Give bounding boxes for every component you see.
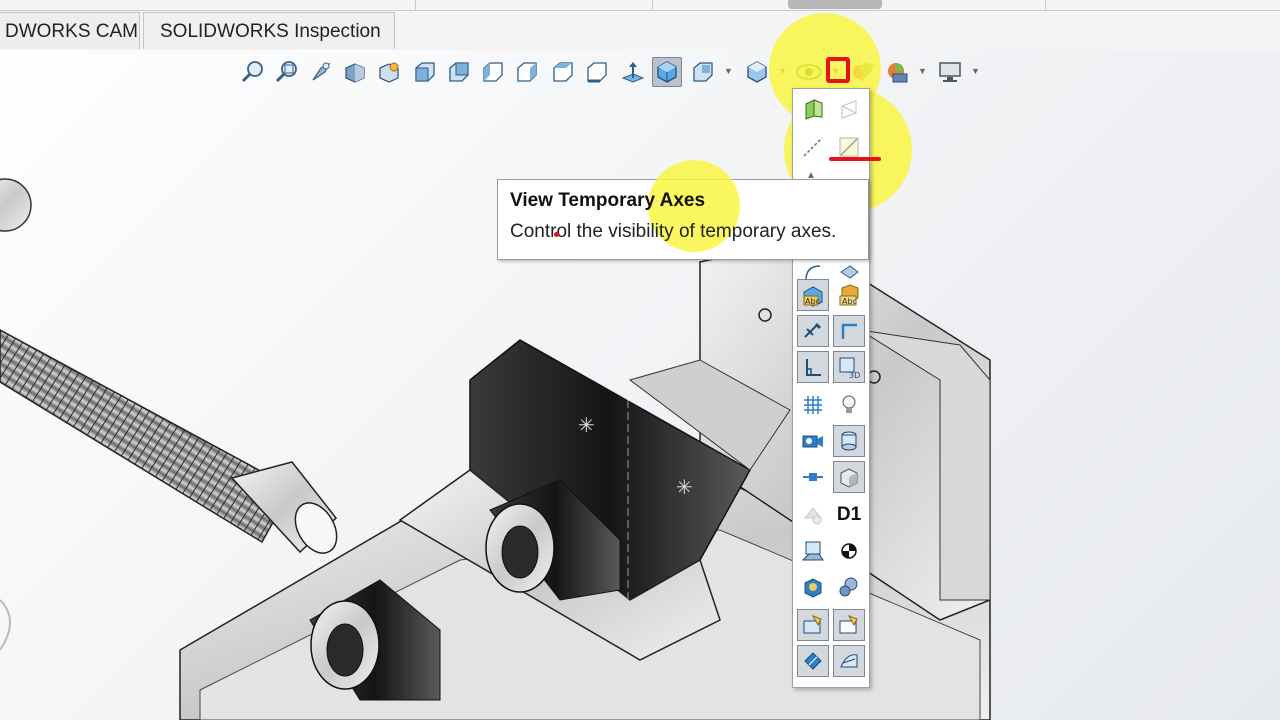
view-simulation-symbols-icon[interactable] xyxy=(833,571,865,603)
hide-show-items-flyout: Abc Abc 3D D1 xyxy=(792,88,870,688)
view-parts-icon[interactable] xyxy=(833,425,865,457)
heads-up-view-toolbar: ▼ ▼ ▼ ▼ ▼ xyxy=(0,50,1280,92)
chevron-down-icon[interactable]: ▼ xyxy=(918,66,927,76)
tab-separator xyxy=(652,0,653,10)
view-right-icon[interactable] xyxy=(512,57,542,87)
svg-text:✳: ✳ xyxy=(676,475,693,499)
view-axes-icon[interactable] xyxy=(797,131,829,163)
tab-strip-line xyxy=(0,10,1280,11)
view-routing-points-icon[interactable] xyxy=(797,499,829,531)
view-orientation-icon[interactable] xyxy=(688,57,718,87)
view-bodies-icon[interactable] xyxy=(833,461,865,493)
svg-text:3D: 3D xyxy=(849,371,860,380)
tab-separator xyxy=(1045,0,1046,10)
tab-solidworks-inspection[interactable]: SOLIDWORKS Inspection xyxy=(143,12,395,49)
view-dimension-names-icon[interactable] xyxy=(797,351,829,383)
tab-separator xyxy=(415,0,416,10)
svg-text:Abc: Abc xyxy=(842,297,857,306)
view-routing-icon[interactable] xyxy=(797,609,829,641)
apply-scene-icon[interactable] xyxy=(882,57,912,87)
annotation-red-box xyxy=(826,57,850,83)
cursor-dot xyxy=(554,232,559,237)
zoom-area-icon[interactable] xyxy=(272,57,302,87)
view-surfaces-icon[interactable] xyxy=(833,645,865,677)
view-all-annotations-icon[interactable]: Abc xyxy=(833,279,865,311)
view-center-of-mass-icon[interactable] xyxy=(833,535,865,567)
svg-text:Abc: Abc xyxy=(805,297,820,306)
view-origins-icon[interactable] xyxy=(833,93,865,125)
svg-text:✳: ✳ xyxy=(578,413,595,437)
view-sketch-relations-icon[interactable] xyxy=(797,315,829,347)
isometric-icon[interactable] xyxy=(652,57,682,87)
view-edges-icon[interactable] xyxy=(833,315,865,347)
view-planes-icon[interactable] xyxy=(797,93,829,125)
view-dimension-names-text[interactable]: D1 xyxy=(833,499,865,531)
view-weld-beads-icon[interactable] xyxy=(797,571,829,603)
view-lights-icon[interactable] xyxy=(833,389,865,421)
view-bottom-icon[interactable] xyxy=(582,57,612,87)
section-view-icon[interactable] xyxy=(340,57,370,87)
view-top-icon[interactable] xyxy=(548,57,578,87)
tooltip-description: Control the visibility of temporary axes… xyxy=(510,221,837,242)
chevron-down-icon[interactable]: ▼ xyxy=(971,66,980,76)
view-decals-icon[interactable] xyxy=(797,535,829,567)
normal-to-icon[interactable] xyxy=(618,57,648,87)
view-grid-icon[interactable] xyxy=(797,389,829,421)
dynamic-annotation-icon[interactable] xyxy=(374,57,404,87)
command-manager-tabs: DWORKS CAM SOLIDWORKS Inspection xyxy=(0,0,1280,50)
tooltip-title: View Temporary Axes xyxy=(510,190,706,211)
display-style-icon[interactable] xyxy=(742,57,772,87)
view-cameras-icon[interactable] xyxy=(797,425,829,457)
view-settings-icon[interactable] xyxy=(935,57,965,87)
view-back-icon[interactable] xyxy=(444,57,474,87)
view-mates-icon[interactable] xyxy=(797,461,829,493)
tooltip: View Temporary Axes Control the visibili… xyxy=(497,160,869,260)
view-left-icon[interactable] xyxy=(478,57,508,87)
view-front-icon[interactable] xyxy=(410,57,440,87)
chevron-down-icon[interactable]: ▼ xyxy=(724,66,733,76)
annotation-red-underline xyxy=(829,157,881,161)
zoom-to-fit-icon[interactable] xyxy=(238,57,268,87)
view-sketch-hatch-icon[interactable] xyxy=(797,645,829,677)
active-tab-indicator xyxy=(788,0,882,9)
view-3d-sketch-planes-icon[interactable]: 3D xyxy=(833,351,865,383)
view-all-routing-icon[interactable] xyxy=(833,609,865,641)
view-annotations-icon[interactable]: Abc xyxy=(797,279,829,311)
previous-view-icon[interactable] xyxy=(306,57,336,87)
tab-solidworks-cam[interactable]: DWORKS CAM xyxy=(0,12,140,49)
